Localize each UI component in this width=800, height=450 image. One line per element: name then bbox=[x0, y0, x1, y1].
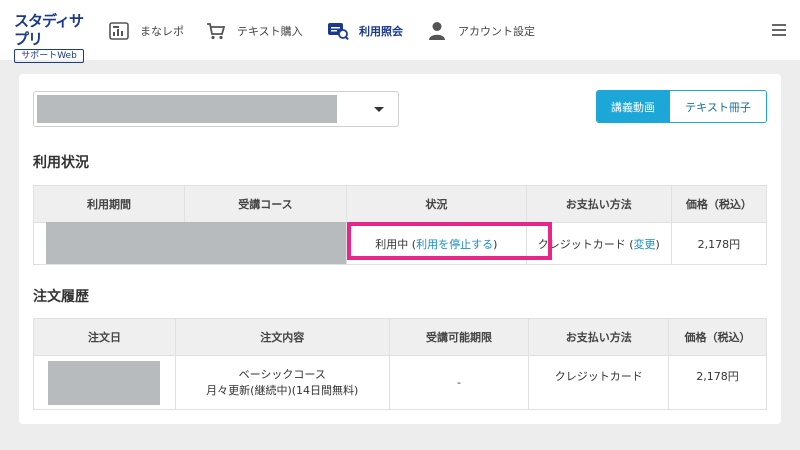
nav-label: アカウント設定 bbox=[458, 25, 535, 38]
usage-section-title: 利用状況 bbox=[33, 155, 89, 171]
highlight-box bbox=[347, 222, 552, 260]
payment-cell: クレジットカード bbox=[528, 355, 670, 410]
column-header: 状況 bbox=[346, 185, 527, 223]
nav-label: まなレポ bbox=[140, 25, 184, 38]
column-header: お支払い方法 bbox=[528, 318, 670, 356]
course-plan: 月々更新(継続中)(14日間無料) bbox=[206, 383, 359, 397]
table-header-row: 注文日 注文内容 受講可能期限 お支払い方法 価格（税込） bbox=[33, 318, 767, 356]
toggle-lecture-video[interactable]: 講義動画 bbox=[597, 91, 669, 122]
table-row: ベーシックコース 月々更新(継続中)(14日間無料) - クレジットカード 2,… bbox=[33, 355, 767, 410]
cart-icon bbox=[205, 20, 227, 42]
nav-item-account-settings[interactable]: アカウント設定 bbox=[426, 20, 535, 42]
column-header: 価格（税込） bbox=[668, 318, 767, 356]
change-payment-link[interactable]: 変更 bbox=[634, 238, 656, 251]
table-header-row: 利用期間 受講コース 状況 お支払い方法 価格（税込） bbox=[33, 185, 768, 223]
redacted-value bbox=[48, 360, 161, 405]
caret-down-icon bbox=[374, 107, 384, 112]
order-date-cell bbox=[33, 355, 176, 410]
nav-label: テキスト購入 bbox=[237, 25, 303, 38]
column-header: 利用期間 bbox=[33, 185, 185, 223]
content-type-toggle: 講義動画 テキスト冊子 bbox=[596, 90, 767, 123]
top-header: スタディサプリ サポートWeb まなレポ テキスト購入 利用照会 アカウント設定 bbox=[0, 0, 800, 63]
column-header: 注文内容 bbox=[174, 318, 390, 356]
payment-suffix: ) bbox=[655, 237, 660, 251]
column-header: 受講コース bbox=[183, 185, 348, 223]
order-content-cell: ベーシックコース 月々更新(継続中)(14日間無料) bbox=[174, 355, 390, 410]
inquiry-icon bbox=[327, 20, 349, 42]
nav-item-text-purchase[interactable]: テキスト購入 bbox=[205, 20, 303, 42]
deadline-cell: - bbox=[388, 355, 530, 410]
orders-section-title: 注文履歴 bbox=[33, 289, 89, 305]
price-cell: 2,178円 bbox=[670, 222, 768, 265]
column-header: 受講可能期限 bbox=[388, 318, 530, 356]
column-header: 注文日 bbox=[33, 318, 176, 356]
nav-label: 利用照会 bbox=[359, 25, 403, 38]
column-header: 価格（税込） bbox=[670, 185, 768, 223]
order-history-table: 注文日 注文内容 受講可能期限 お支払い方法 価格（税込） ベーシックコース 月… bbox=[33, 318, 767, 410]
menu-icon[interactable] bbox=[772, 24, 786, 36]
course-name: ベーシックコース bbox=[238, 367, 326, 381]
payment-text: クレジットカード ( bbox=[537, 237, 634, 251]
nav-item-manarepo[interactable]: まなレポ bbox=[108, 20, 184, 42]
logo[interactable]: スタディサプリ サポートWeb bbox=[14, 12, 92, 63]
price-cell: 2,178円 bbox=[668, 355, 767, 410]
redacted-cell bbox=[33, 222, 347, 265]
logo-title: スタディサプリ bbox=[14, 12, 84, 48]
redacted-value bbox=[37, 95, 337, 123]
redacted-value bbox=[46, 222, 346, 264]
nav-item-usage-inquiry[interactable]: 利用照会 bbox=[327, 20, 403, 42]
user-icon bbox=[426, 20, 448, 42]
course-select[interactable] bbox=[33, 91, 399, 127]
toggle-text-booklet[interactable]: テキスト冊子 bbox=[669, 91, 766, 122]
logo-subtitle: サポートWeb bbox=[14, 49, 84, 63]
column-header: お支払い方法 bbox=[525, 185, 672, 223]
report-icon bbox=[108, 20, 130, 42]
